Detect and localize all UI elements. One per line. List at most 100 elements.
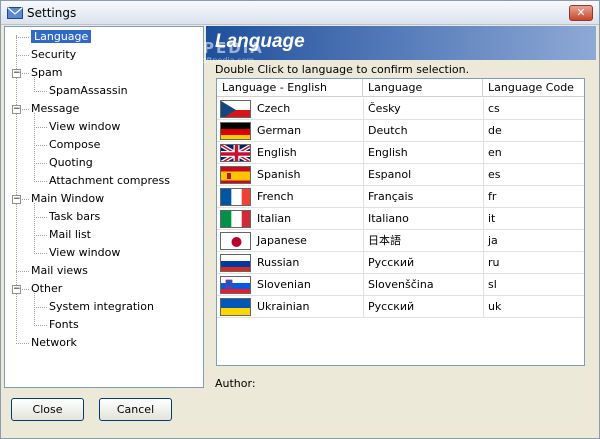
tree-item-label: Main Window	[31, 192, 105, 205]
tree-item[interactable]: Message	[31, 101, 79, 117]
title-bar: Settings ✕	[1, 1, 599, 25]
tree-item[interactable]: View window	[49, 245, 120, 261]
tree-item[interactable]: Task bars	[49, 209, 100, 225]
tree-item[interactable]: Quoting	[49, 155, 93, 171]
language-code-cell: sl	[488, 278, 497, 291]
language-row[interactable]: Ukrainian Русский uk	[217, 296, 584, 318]
watermark-logo: SOFTPEDIA	[151, 39, 264, 57]
language-english-cell: Japanese	[257, 234, 307, 247]
language-code-cell: en	[488, 146, 502, 159]
language-native-cell: 日本語	[368, 234, 401, 247]
tree-item[interactable]: Fonts	[49, 317, 79, 333]
tree-item-label: System integration	[49, 300, 154, 313]
tree-item-label: Spam	[31, 66, 63, 79]
mail-envelope-icon	[7, 7, 23, 19]
language-native-cell: Espanol	[368, 168, 412, 181]
language-row[interactable]: French Français fr	[217, 186, 584, 208]
language-native-cell: Русский	[368, 300, 415, 313]
language-row[interactable]: Czech Česky cs	[217, 98, 584, 120]
language-native-cell: Česky	[368, 102, 401, 115]
cancel-button[interactable]: Cancel	[99, 398, 172, 421]
tree-item[interactable]: Network	[31, 335, 77, 351]
language-english-cell: German	[257, 124, 302, 137]
tree-item[interactable]: Language	[31, 29, 92, 45]
language-code-cell: ja	[488, 234, 498, 247]
russian-flag	[220, 254, 251, 272]
column-header-language-code[interactable]: Language Code	[483, 79, 584, 97]
tree-item-label: View window	[49, 246, 121, 259]
tree-item-label: Message	[31, 102, 80, 115]
settings-window: Settings ✕ Language Security − Spam SpamAssa…	[0, 0, 600, 439]
uk-flag	[220, 144, 251, 162]
tree-item-label: Compose	[49, 138, 101, 151]
language-english-cell: French	[257, 190, 294, 203]
tree-item-label: Network	[31, 336, 77, 349]
language-code-cell: uk	[488, 300, 502, 313]
tree-item-label: View window	[49, 120, 121, 133]
tree-item[interactable]: Spam	[31, 65, 62, 81]
tree-expander-icon[interactable]: −	[12, 105, 21, 114]
language-native-cell: English	[368, 146, 408, 159]
slovenian-flag	[220, 276, 251, 294]
language-english-cell: Ukrainian	[257, 300, 310, 313]
german-flag	[220, 122, 251, 140]
spanish-flag	[220, 166, 251, 184]
tree-item[interactable]: Security	[31, 47, 76, 63]
column-header-language-english[interactable]: Language - English	[217, 79, 363, 97]
tree-item[interactable]: View window	[49, 119, 120, 135]
column-header-language[interactable]: Language	[363, 79, 483, 97]
language-row[interactable]: Spanish Espanol es	[217, 164, 584, 186]
language-row[interactable]: Japanese 日本語 ja	[217, 230, 584, 252]
language-native-cell: Deutch	[368, 124, 408, 137]
tree-item-label: Language	[31, 30, 92, 43]
tree-item-label: Mail views	[31, 264, 88, 277]
czech-flag	[220, 100, 251, 118]
panel-header: Language	[206, 26, 596, 60]
language-row[interactable]: Slovenian Slovenščina sl	[217, 274, 584, 296]
language-code-cell: it	[488, 212, 496, 225]
settings-tree[interactable]: Language Security − Spam SpamAssassin − Messag…	[4, 26, 204, 388]
tree-item[interactable]: Main Window	[31, 191, 104, 207]
language-native-cell: Русский	[368, 256, 415, 269]
tree-item[interactable]: System integration	[49, 299, 154, 315]
window-title: Settings	[27, 6, 77, 20]
tree-item-label: Mail list	[49, 228, 91, 241]
tree-item-label: Other	[31, 282, 63, 295]
language-english-cell: English	[257, 146, 297, 159]
french-flag	[220, 188, 251, 206]
close-button[interactable]: Close	[11, 398, 84, 421]
language-english-cell: Slovenian	[257, 278, 311, 291]
language-grid[interactable]: Language - English Language Language Cod…	[216, 78, 585, 366]
tree-expander-icon[interactable]: −	[12, 69, 21, 78]
language-english-cell: Russian	[257, 256, 300, 269]
tree-item-label: Attachment compress	[49, 174, 170, 187]
language-code-cell: cs	[488, 102, 500, 115]
japanese-flag	[220, 232, 251, 250]
tree-item[interactable]: Attachment compress	[49, 173, 170, 189]
language-native-cell: Slovenščina	[368, 278, 434, 291]
tree-item[interactable]: Other	[31, 281, 62, 297]
language-row[interactable]: English English en	[217, 142, 584, 164]
tree-item[interactable]: SpamAssassin	[49, 83, 128, 99]
language-row[interactable]: Italian Italiano it	[217, 208, 584, 230]
tree-item-label: Security	[31, 48, 77, 61]
language-native-cell: Italiano	[368, 212, 409, 225]
tree-item[interactable]: Compose	[49, 137, 100, 153]
ukrainian-flag	[220, 298, 251, 316]
tree-expander-icon[interactable]: −	[12, 285, 21, 294]
language-english-cell: Spanish	[257, 168, 301, 181]
tree-item-label: SpamAssassin	[49, 84, 128, 97]
language-row[interactable]: German Deutch de	[217, 120, 584, 142]
tree-expander-icon[interactable]: −	[12, 195, 21, 204]
language-code-cell: ru	[488, 256, 500, 269]
close-window-button[interactable]: ✕	[569, 5, 593, 21]
language-row[interactable]: Russian Русский ru	[217, 252, 584, 274]
language-english-cell: Czech	[257, 102, 291, 115]
tree-item-label: Quoting	[49, 156, 93, 169]
tree-item[interactable]: Mail views	[31, 263, 88, 279]
tree-item[interactable]: Mail list	[49, 227, 91, 243]
tree-item-label: Fonts	[49, 318, 79, 331]
language-native-cell: Français	[368, 190, 414, 203]
instruction-text: Double Click to language to confirm sele…	[215, 63, 470, 76]
language-english-cell: Italian	[257, 212, 292, 225]
